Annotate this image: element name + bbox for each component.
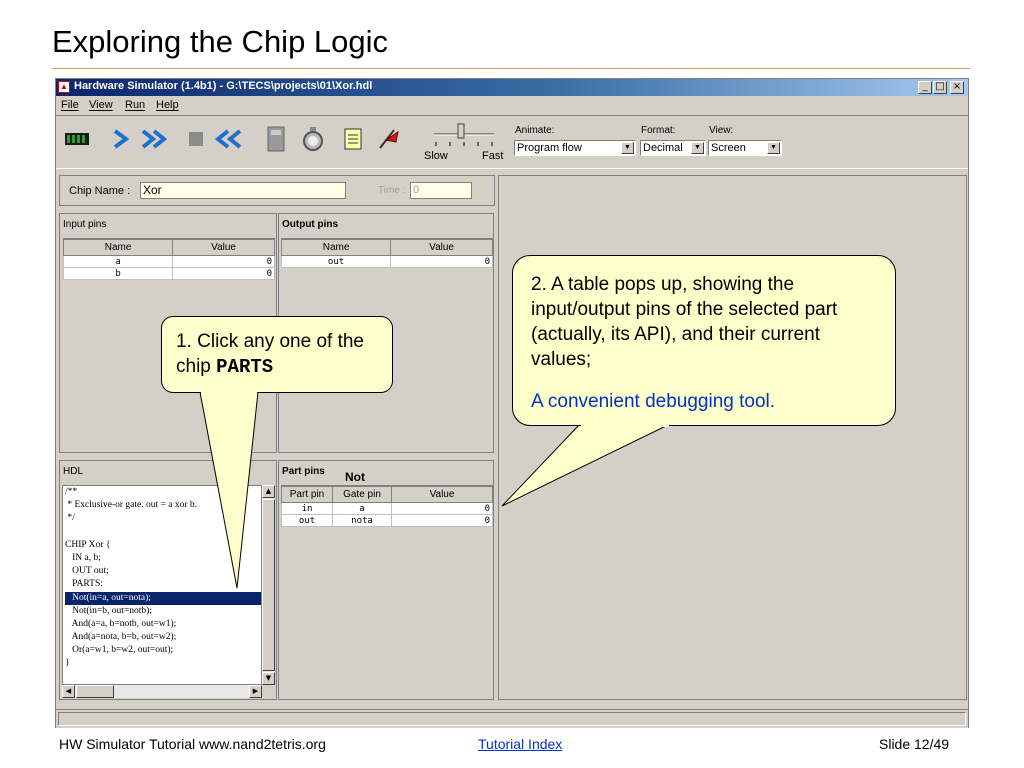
callout-1-code: PARTS (216, 356, 274, 378)
callout-2-joint (581, 421, 669, 427)
callout-2-pointer (501, 423, 671, 507)
tutorial-index-link[interactable]: Tutorial Index (478, 736, 562, 752)
callout-1-joint (201, 388, 257, 394)
callout-2: 2. A table pops up, showing the input/ou… (512, 255, 896, 426)
callout-1-pointer (199, 391, 259, 589)
callout-1: 1. Click any one of the chip PARTS (161, 316, 393, 393)
footer-left: HW Simulator Tutorial www.nand2tetris.or… (59, 736, 326, 752)
callout-1-text: 1. Click any one of the chip PARTS (176, 329, 386, 380)
slide-number: Slide 12/49 (879, 736, 950, 752)
callout-2-text: 2. A table pops up, showing the input/ou… (531, 274, 838, 370)
callout-2-highlight: A convenient debugging tool. (531, 391, 776, 412)
